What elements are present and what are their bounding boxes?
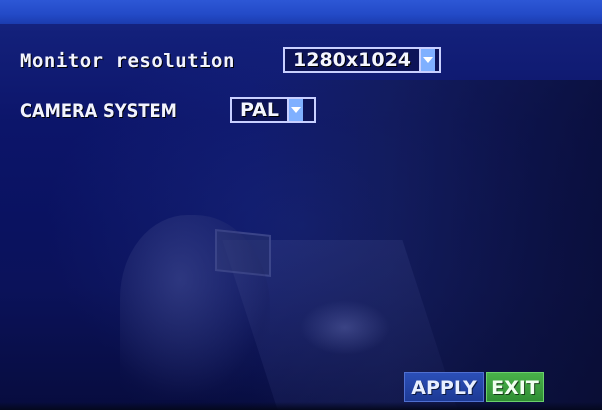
top-bar (0, 0, 602, 24)
camera-feed-monitor (215, 229, 271, 277)
monitor-resolution-select[interactable]: 1280x1024 (283, 47, 441, 73)
camera-feed-background (250, 80, 602, 410)
apply-button[interactable]: APPLY (404, 372, 484, 402)
camera-system-value: PAL (240, 99, 279, 121)
camera-feed-light (300, 300, 390, 355)
bottom-edge (0, 402, 602, 410)
monitor-resolution-label: Monitor resolution (20, 50, 235, 72)
camera-system-label: CAMERA SYSTEM (20, 100, 177, 122)
chevron-down-icon[interactable] (287, 99, 303, 121)
dvr-setup-screen: Monitor resolution 1280x1024 CAMERA SYST… (0, 0, 602, 410)
camera-feed-person (120, 215, 270, 400)
exit-button[interactable]: EXIT (486, 372, 544, 402)
camera-system-select[interactable]: PAL (230, 97, 316, 123)
monitor-resolution-value: 1280x1024 (293, 49, 412, 71)
chevron-down-icon[interactable] (419, 49, 436, 71)
